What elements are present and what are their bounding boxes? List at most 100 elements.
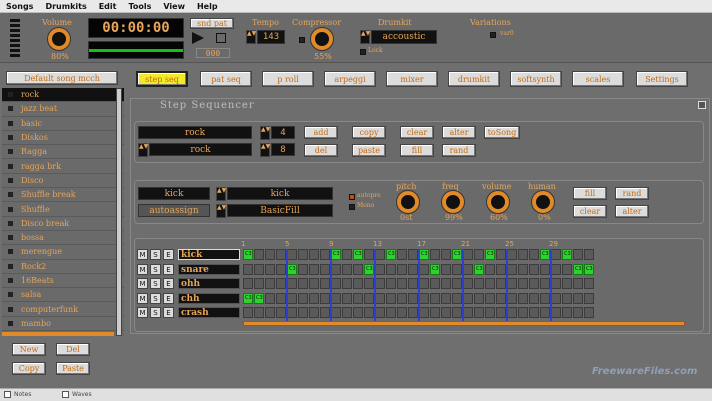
step-cell[interactable] bbox=[441, 263, 451, 275]
clear-track-button[interactable]: clear bbox=[573, 205, 607, 218]
tempo-value[interactable]: 143 bbox=[257, 30, 285, 44]
step-cell[interactable] bbox=[463, 307, 473, 318]
step-cell[interactable]: C3 bbox=[430, 263, 440, 275]
step-cell[interactable] bbox=[474, 307, 484, 318]
tab-scales[interactable]: scales bbox=[572, 71, 624, 87]
pattern2-spinner-icon-b[interactable]: ▲▼ bbox=[260, 143, 270, 157]
song-list-hscrollbar[interactable] bbox=[2, 332, 114, 336]
step-cell[interactable] bbox=[287, 278, 297, 289]
instrument-assign[interactable]: autoassign bbox=[138, 204, 210, 217]
delete-song-button[interactable]: Del bbox=[56, 343, 90, 356]
step-cell[interactable] bbox=[584, 249, 594, 260]
step-cell[interactable] bbox=[265, 278, 275, 289]
song-item[interactable]: mambo bbox=[2, 317, 124, 332]
step-cell[interactable] bbox=[540, 278, 550, 289]
var0-checkbox[interactable] bbox=[490, 32, 496, 38]
song-item[interactable]: Shuffle bbox=[2, 202, 124, 217]
step-cell[interactable]: C3 bbox=[540, 249, 550, 260]
song-item[interactable]: merengue bbox=[2, 245, 124, 260]
copy-song-button[interactable]: Copy bbox=[12, 362, 46, 375]
fill-pattern-button[interactable]: fill bbox=[400, 144, 434, 157]
track-e-button[interactable]: E bbox=[163, 278, 174, 289]
step-cell[interactable] bbox=[342, 307, 352, 318]
step-cell[interactable] bbox=[353, 263, 363, 275]
to-song-button[interactable]: toSong bbox=[484, 126, 520, 139]
step-cell[interactable] bbox=[287, 249, 297, 260]
step-cell[interactable] bbox=[243, 263, 253, 275]
step-cell[interactable] bbox=[386, 292, 396, 304]
tab-step-seq[interactable]: step seq bbox=[136, 71, 188, 87]
step-cell[interactable] bbox=[430, 307, 440, 318]
step-cell[interactable] bbox=[452, 263, 462, 275]
freq-knob[interactable] bbox=[442, 191, 464, 213]
menu-songs[interactable]: Songs bbox=[6, 2, 33, 11]
step-cell[interactable] bbox=[496, 307, 506, 318]
step-cell[interactable] bbox=[430, 249, 440, 260]
step-cell[interactable] bbox=[441, 307, 451, 318]
song-item[interactable]: computerfunk bbox=[2, 302, 124, 317]
step-cell[interactable] bbox=[276, 292, 286, 304]
step-cell[interactable] bbox=[562, 292, 572, 304]
step-cell[interactable] bbox=[562, 263, 572, 275]
step-cell[interactable] bbox=[375, 263, 385, 275]
step-cell[interactable] bbox=[320, 249, 330, 260]
song-select[interactable]: Default song mcch bbox=[6, 71, 118, 85]
step-cell[interactable] bbox=[375, 292, 385, 304]
menu-help[interactable]: Help bbox=[197, 2, 218, 11]
step-cell[interactable] bbox=[254, 307, 264, 318]
step-cell[interactable] bbox=[507, 263, 517, 275]
track-name[interactable]: kick bbox=[178, 249, 240, 260]
step-cell[interactable] bbox=[518, 292, 528, 304]
step-cell[interactable] bbox=[265, 249, 275, 260]
step-cell[interactable] bbox=[331, 263, 341, 275]
step-cell[interactable] bbox=[507, 292, 517, 304]
step-cell[interactable] bbox=[452, 307, 462, 318]
track-m-button[interactable]: M bbox=[137, 249, 148, 260]
pattern2-name[interactable]: rock bbox=[149, 143, 252, 156]
song-item[interactable]: Disco break bbox=[2, 217, 124, 231]
step-cell[interactable] bbox=[419, 292, 429, 304]
step-cell[interactable] bbox=[573, 278, 583, 289]
step-cell[interactable]: C3 bbox=[573, 263, 583, 275]
step-cell[interactable] bbox=[298, 292, 308, 304]
step-cell[interactable] bbox=[551, 307, 561, 318]
step-cell[interactable] bbox=[529, 307, 539, 318]
track-name[interactable]: crash bbox=[178, 307, 240, 318]
step-cell[interactable]: C3 bbox=[331, 249, 341, 260]
step-cell[interactable] bbox=[276, 263, 286, 275]
step-cell[interactable] bbox=[518, 263, 528, 275]
step-cell[interactable] bbox=[408, 278, 418, 289]
step-cell[interactable] bbox=[331, 307, 341, 318]
step-cell[interactable] bbox=[419, 307, 429, 318]
step-cell[interactable] bbox=[584, 307, 594, 318]
step-cell[interactable] bbox=[287, 292, 297, 304]
step-cell[interactable] bbox=[342, 263, 352, 275]
step-cell[interactable]: C3 bbox=[254, 292, 264, 304]
step-cell[interactable] bbox=[529, 249, 539, 260]
step-cell[interactable] bbox=[529, 263, 539, 275]
step-cell[interactable]: C3 bbox=[386, 249, 396, 260]
step-cell[interactable] bbox=[320, 278, 330, 289]
track-m-button[interactable]: M bbox=[137, 292, 148, 304]
step-cell[interactable] bbox=[496, 249, 506, 260]
tab-pat-seq[interactable]: pat seq bbox=[200, 71, 252, 87]
step-cell[interactable] bbox=[485, 263, 495, 275]
instrument-volume-knob[interactable] bbox=[487, 191, 509, 213]
step-cell[interactable] bbox=[342, 249, 352, 260]
pattern1-spinner-icon[interactable]: ▲▼ bbox=[260, 126, 270, 140]
pattern2-spinner-icon[interactable]: ▲▼ bbox=[138, 143, 148, 157]
pattern1-number[interactable]: 4 bbox=[271, 126, 295, 139]
tab-arpeggi[interactable]: arpeggi bbox=[324, 71, 376, 87]
step-cell[interactable] bbox=[320, 307, 330, 318]
step-cell[interactable] bbox=[375, 278, 385, 289]
track-s-button[interactable]: S bbox=[150, 278, 161, 289]
step-cell[interactable] bbox=[463, 263, 473, 275]
step-cell[interactable] bbox=[298, 263, 308, 275]
step-cell[interactable] bbox=[265, 292, 275, 304]
track-name[interactable]: chh bbox=[178, 292, 240, 304]
step-cell[interactable] bbox=[430, 292, 440, 304]
tab-p-roll[interactable]: p roll bbox=[262, 71, 314, 87]
step-cell[interactable] bbox=[518, 249, 528, 260]
step-cell[interactable] bbox=[397, 278, 407, 289]
alter-pattern-button[interactable]: alter bbox=[442, 126, 476, 139]
